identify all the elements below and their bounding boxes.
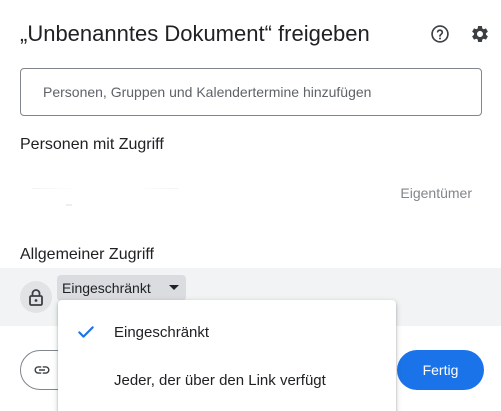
- access-lock-badge: [20, 281, 52, 313]
- access-dropdown-menu: Eingeschränkt Jeder, der über den Link v…: [58, 300, 396, 411]
- person-info-placeholder: [32, 188, 178, 189]
- menu-item-label: Eingeschränkt: [114, 323, 210, 341]
- menu-item-restricted[interactable]: Eingeschränkt: [58, 308, 396, 356]
- general-access-select[interactable]: Eingeschränkt: [57, 275, 186, 301]
- person-email-placeholder: [66, 204, 72, 206]
- menu-item-anyone-with-link[interactable]: Jeder, der über den Link verfügt: [58, 356, 396, 404]
- add-people-field[interactable]: [20, 68, 482, 116]
- add-people-input[interactable]: [41, 83, 481, 101]
- person-role-label: Eigentümer: [400, 185, 472, 201]
- menu-item-label: Jeder, der über den Link verfügt: [114, 371, 326, 389]
- lock-icon: [29, 289, 43, 306]
- gear-icon: [472, 25, 488, 42]
- dropdown-caret-icon: [169, 285, 179, 290]
- share-dialog: „Unbenanntes Dokument“ freigeben Persone…: [0, 0, 501, 411]
- general-access-selected-value: Eingeschränkt: [62, 280, 151, 296]
- settings-button[interactable]: [468, 22, 492, 46]
- help-button[interactable]: [428, 22, 452, 46]
- dialog-title: „Unbenanntes Dokument“ freigeben: [20, 21, 370, 46]
- person-row: Eigentümer: [20, 178, 482, 212]
- help-circle-icon: [431, 25, 449, 43]
- check-icon: [78, 326, 94, 338]
- people-with-access-heading: Personen mit Zugriff: [20, 136, 164, 153]
- general-access-heading: Allgemeiner Zugriff: [20, 246, 154, 263]
- done-button[interactable]: Fertig: [397, 350, 484, 390]
- link-icon: [34, 366, 50, 374]
